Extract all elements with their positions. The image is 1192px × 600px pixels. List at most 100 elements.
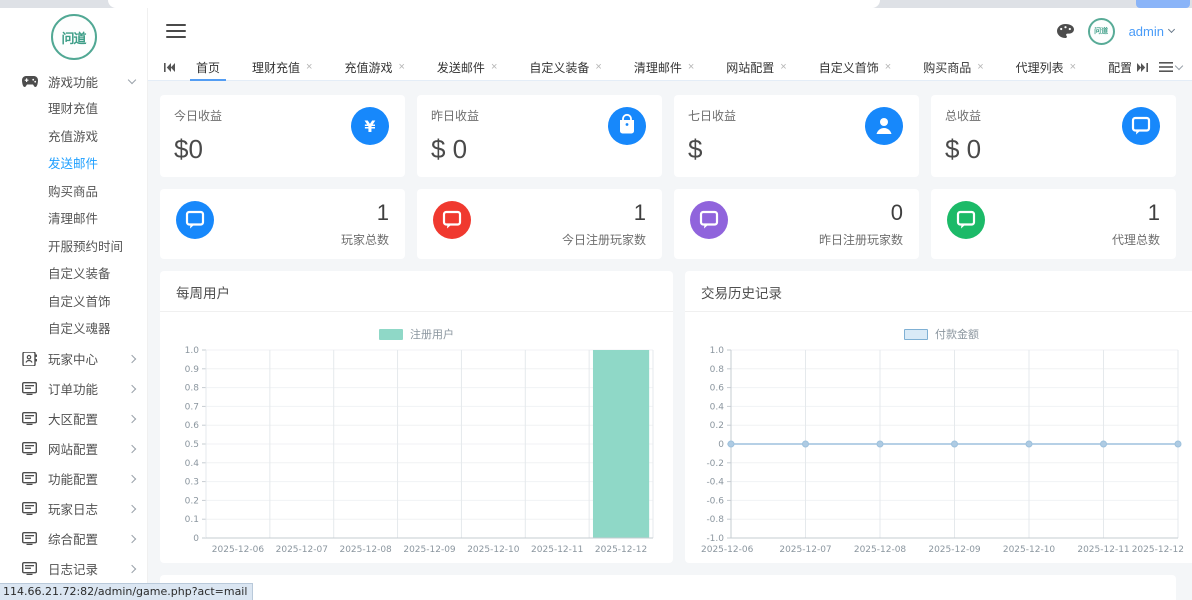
tab-自定义装备[interactable]: 自定义装备 × [513, 54, 617, 81]
sidebar-group-玩家中心[interactable]: 玩家中心 [0, 344, 147, 374]
sidebar-menu: 游戏功能 理财充值 充值游戏 发送邮件 购买商品 清理邮件 开服预约时间 自定义装备 自定义首… [0, 66, 147, 584]
sidebar-group-label: 大区配置 [48, 413, 99, 427]
user-menu[interactable]: admin [1129, 24, 1176, 39]
sidebar-item-自定义魂器[interactable]: 自定义魂器 [0, 316, 147, 344]
svg-text:-0.6: -0.6 [706, 496, 724, 506]
theme-palette-icon[interactable] [1056, 23, 1074, 39]
tab-close-icon[interactable]: × [1070, 61, 1076, 73]
tab-close-icon[interactable]: × [885, 61, 891, 73]
sidebar-group-日志记录[interactable]: 日志记录 [0, 554, 147, 584]
sidebar-group-综合配置[interactable]: 综合配置 [0, 524, 147, 554]
transaction-history-chart-svg: -1.0 -0.8 -0.6 -0.4 -0.2 0 0.2 0.4 0.6 0.8 1.0 2025… [701, 346, 1184, 555]
gamepad-icon [22, 74, 38, 88]
tab-代理列表[interactable]: 代理列表 × [1000, 54, 1092, 81]
tab-充值游戏[interactable]: 充值游戏 × [328, 54, 420, 81]
svg-text:-1.0: -1.0 [706, 534, 724, 544]
hamburger-menu-icon[interactable] [166, 20, 186, 42]
svg-text:-0.2: -0.2 [706, 459, 724, 469]
tab-scroll-left-icon[interactable] [158, 57, 180, 77]
tab-网站配置[interactable]: 网站配置 × [710, 54, 802, 81]
legend-label: 付款金额 [935, 329, 979, 341]
stat-right: 0 昨日注册玩家数 [819, 200, 903, 248]
income-cards-row: 今日收益 $0 ¥ 昨日收益 $ 0 七日收益 $ 总收益 $ 0 [160, 95, 1176, 177]
sidebar-item-充值游戏[interactable]: 充值游戏 [0, 124, 147, 152]
svg-text:0: 0 [193, 534, 199, 544]
sidebar-item-理财充值[interactable]: 理财充值 [0, 96, 147, 124]
sidebar-item-自定义装备[interactable]: 自定义装备 [0, 261, 147, 289]
svg-text:0.8: 0.8 [710, 365, 725, 375]
sidebar-group-网站配置[interactable]: 网站配置 [0, 434, 147, 464]
sidebar-group-label: 功能配置 [48, 473, 99, 487]
stat-card-玩家总数: 1 玩家总数 [160, 189, 405, 259]
chevron-right-icon [127, 414, 137, 423]
sidebar-game-submenu: 理财充值 充值游戏 发送邮件 购买商品 清理邮件 开服预约时间 自定义装备 自定义首饰 自定义魂… [0, 96, 147, 344]
chevron-down-icon [1167, 25, 1176, 34]
app-window-icon [22, 472, 38, 486]
tab-自定义首饰[interactable]: 自定义首饰 × [803, 54, 907, 81]
svg-text:0: 0 [718, 440, 724, 450]
chevron-right-icon [127, 474, 137, 483]
svg-text:-0.8: -0.8 [706, 515, 724, 525]
sidebar-group-功能配置[interactable]: 功能配置 [0, 464, 147, 494]
tab-close-icon[interactable]: × [491, 61, 497, 73]
tab-close-icon[interactable]: × [977, 61, 983, 73]
browser-omnibox-remnant [108, 0, 880, 8]
sidebar-group-game[interactable]: 游戏功能 [0, 66, 147, 96]
tab-购买商品[interactable]: 购买商品 × [907, 54, 999, 81]
app-window-icon [22, 562, 38, 576]
app-logo: 问道 [50, 14, 97, 60]
chat-icon [690, 201, 728, 239]
tab-scroll-right-icon[interactable] [1131, 57, 1153, 77]
tab-发送邮件[interactable]: 发送邮件 × [421, 54, 513, 81]
tab-options-menu[interactable] [1159, 61, 1184, 72]
stat-card-今日注册玩家数: 1 今日注册玩家数 [417, 189, 662, 259]
transaction-history-legend[interactable]: 付款金额 [685, 326, 1192, 342]
tab-理财充值[interactable]: 理财充值 × [236, 54, 328, 81]
contact-book-icon [22, 351, 38, 366]
user-avatar[interactable]: 问道 [1087, 17, 1115, 45]
transaction-history-chart-title: 交易历史记录 [685, 271, 1192, 312]
weekly-users-chart-svg: 0 0.1 0.2 0.3 0.4 0.5 0.6 0.7 0.8 0.9 1.0 2025-12-0… [185, 346, 654, 555]
tab-label: 网站配置 [726, 60, 775, 75]
svg-text:0.5: 0.5 [185, 440, 199, 450]
svg-text:0.6: 0.6 [710, 384, 725, 394]
tab-配置开关[interactable]: 配置开关× [1092, 54, 1131, 81]
chevron-right-icon [127, 384, 137, 393]
svg-text:0.4: 0.4 [710, 402, 725, 412]
transaction-history-chart: -1.0 -0.8 -0.6 -0.4 -0.2 0 0.2 0.4 0.6 0.8 1.0 2025… [685, 342, 1192, 569]
sidebar-item-发送邮件[interactable]: 发送邮件 [0, 151, 147, 179]
stat-card-今日收益: 今日收益 $0 ¥ [160, 95, 405, 177]
tab-首页[interactable]: 首页 [180, 54, 236, 81]
svg-text:0.3: 0.3 [185, 478, 199, 488]
chevron-right-icon [127, 534, 137, 543]
svg-text:2025-12-06: 2025-12-06 [701, 545, 754, 555]
svg-text:2025-12-07: 2025-12-07 [779, 545, 831, 555]
sidebar-group-订单功能[interactable]: 订单功能 [0, 374, 147, 404]
legend-label: 注册用户 [410, 329, 454, 341]
tab-close-icon[interactable]: × [780, 61, 786, 73]
svg-text:2025-12-11: 2025-12-11 [1077, 545, 1129, 555]
stat-card-代理总数: 1 代理总数 [931, 189, 1176, 259]
svg-text:0.4: 0.4 [185, 459, 200, 469]
sidebar-item-清理邮件[interactable]: 清理邮件 [0, 206, 147, 234]
weekly-users-chart-card: 每周用户 注册用户 0 0.1 0.2 0.3 0.4 0.5 0.6 0.7 0.8 0.9 1.… [160, 271, 673, 563]
tab-清理邮件[interactable]: 清理邮件 × [618, 54, 710, 81]
chevron-down-icon [127, 75, 137, 84]
chevron-right-icon [127, 564, 137, 573]
stat-value: 1 [633, 200, 646, 225]
svg-text:2025-12-12: 2025-12-12 [595, 545, 647, 555]
sidebar-item-自定义首饰[interactable]: 自定义首饰 [0, 289, 147, 317]
tab-close-icon[interactable]: × [595, 61, 601, 73]
tab-close-icon[interactable]: × [398, 61, 404, 73]
sidebar-item-购买商品[interactable]: 购买商品 [0, 179, 147, 207]
sidebar-item-开服预约时间[interactable]: 开服预约时间 [0, 234, 147, 262]
sidebar-group-大区配置[interactable]: 大区配置 [0, 404, 147, 434]
system-info-title: 系统信息 [178, 589, 1158, 600]
sidebar-group-玩家日志[interactable]: 玩家日志 [0, 494, 147, 524]
browser-status-bar: 114.66.21.72:82/admin/game.php?act=mail [0, 583, 254, 600]
system-info-card: 系统信息 [160, 575, 1176, 600]
weekly-users-legend[interactable]: 注册用户 [160, 326, 673, 342]
stat-value: 0 [890, 200, 903, 225]
tab-close-icon[interactable]: × [306, 61, 312, 73]
tab-close-icon[interactable]: × [688, 61, 694, 73]
